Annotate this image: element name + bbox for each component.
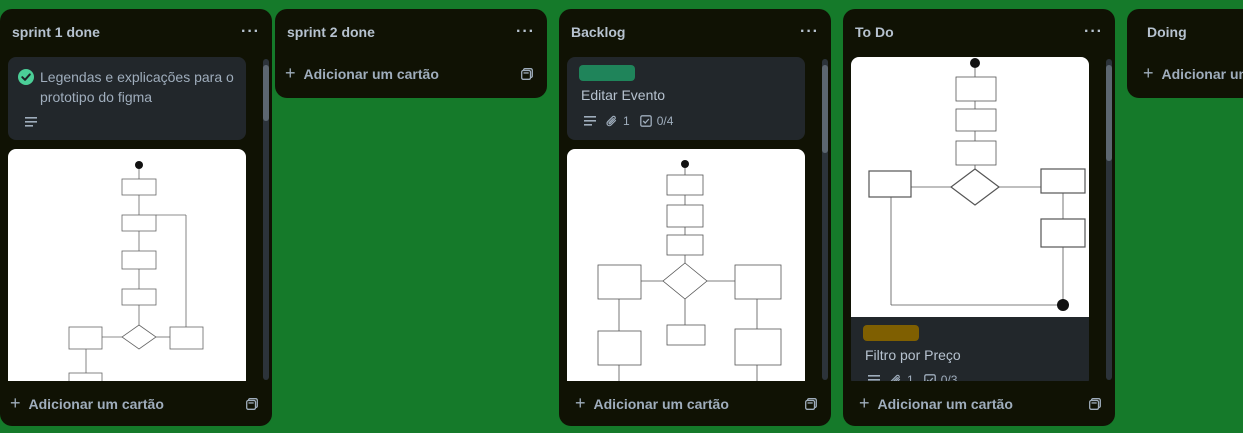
list-header: Backlog ··· [559, 9, 831, 55]
ellipsis-icon[interactable]: ··· [800, 24, 819, 40]
add-card-label: Adicionar um cartão [877, 395, 1013, 412]
description-icon [584, 116, 596, 126]
card-title: Editar Evento [581, 87, 666, 103]
scroll-thumb[interactable] [263, 65, 269, 121]
paperclip-icon [890, 374, 902, 381]
attachments-count: 1 [907, 373, 914, 381]
list-header: sprint 1 done ··· [0, 9, 272, 55]
card[interactable] [8, 149, 246, 381]
card[interactable]: Legendas e explicações para o prototipo … [8, 57, 246, 140]
list-title[interactable]: To Do [855, 24, 894, 40]
scroll-thumb[interactable] [822, 65, 828, 153]
ellipsis-icon[interactable]: ··· [1084, 24, 1103, 40]
list-doing: Doing + Adicionar um cartão [1127, 9, 1243, 98]
list-title[interactable]: Doing [1147, 24, 1187, 40]
checklist-count: 0/4 [656, 114, 674, 128]
description-icon [25, 117, 37, 127]
card-list: Editar Evento 1 0/4 [559, 55, 831, 381]
add-card-button[interactable]: + Adicionar um cartão [10, 393, 164, 414]
card-template-icon[interactable] [246, 397, 258, 410]
plus-icon: + [859, 393, 870, 413]
card-list: Filtro por Preço 1 0/3 [843, 55, 1115, 381]
add-card-button[interactable]: + Adicionar um cartão [285, 63, 439, 84]
list-title[interactable]: Backlog [571, 24, 625, 40]
add-card-label: Adicionar um cartão [28, 395, 164, 412]
list-title[interactable]: sprint 2 done [287, 24, 375, 40]
attachments-badge: 1 [606, 114, 630, 128]
check-circle-icon[interactable] [18, 69, 34, 107]
ellipsis-icon[interactable]: ··· [516, 24, 535, 40]
attachments-count: 1 [623, 114, 630, 128]
card-label[interactable] [863, 325, 919, 341]
scrollbar[interactable] [263, 59, 269, 380]
card-template-icon[interactable] [805, 397, 817, 410]
card[interactable]: Filtro por Preço 1 0/3 [851, 57, 1089, 381]
ellipsis-icon[interactable]: ··· [241, 24, 260, 40]
checklist-badge: 0/4 [639, 114, 674, 128]
add-card-button[interactable]: + Adicionar um cartão [1143, 63, 1243, 84]
list-sprint-1-done: sprint 1 done ··· Legendas e explicações… [0, 9, 272, 426]
add-card-label: Adicionar um cartão [593, 395, 729, 412]
add-card-label: Adicionar um cartão [1161, 65, 1243, 82]
add-card-button[interactable]: + Adicionar um cartão [859, 393, 1013, 414]
card-template-icon[interactable] [1089, 397, 1101, 410]
plus-icon: + [1143, 63, 1154, 83]
scroll-thumb[interactable] [1106, 65, 1112, 161]
list-footer: + Adicionar um cartão [843, 381, 1115, 426]
list-footer: + Adicionar um cartão [0, 381, 272, 426]
list-header: To Do ··· [843, 9, 1115, 55]
add-card-label: Adicionar um cartão [303, 65, 439, 82]
list-footer: + Adicionar um cartão [559, 381, 831, 426]
card-badges: 1 0/4 [584, 114, 673, 128]
card-list: Legendas e explicações para o prototipo … [0, 55, 272, 381]
checklist-count: 0/3 [940, 373, 958, 381]
board: sprint 1 done ··· Legendas e explicações… [0, 0, 1243, 433]
list-to-do: To Do ··· Filtro por Preço 1 0/3 + Adici… [843, 9, 1115, 426]
list-footer: + Adicionar um cartão [275, 51, 547, 96]
list-footer: + Adicionar um cartão [1127, 51, 1243, 96]
card-cover-image [567, 149, 805, 381]
list-header: Doing [1127, 9, 1243, 55]
checklist-badge: 0/3 [923, 373, 958, 381]
scrollbar[interactable] [1106, 59, 1112, 380]
list-title[interactable]: sprint 1 done [12, 24, 100, 40]
card-template-icon[interactable] [521, 67, 533, 80]
plus-icon: + [285, 63, 296, 83]
card-label[interactable] [579, 65, 635, 81]
card-title: Filtro por Preço [865, 347, 961, 363]
card[interactable] [567, 149, 805, 381]
attachments-badge: 1 [890, 373, 914, 381]
card-cover-image [851, 57, 1089, 317]
card-cover-image [8, 149, 246, 381]
card-badges: 1 0/3 [868, 373, 957, 381]
checklist-icon [923, 374, 936, 381]
card-title: Legendas e explicações para o prototipo … [40, 69, 234, 105]
checklist-icon [639, 115, 652, 127]
add-card-button[interactable]: + Adicionar um cartão [575, 393, 729, 414]
plus-icon: + [575, 393, 586, 413]
list-header: sprint 2 done ··· [275, 9, 547, 55]
list-backlog: Backlog ··· Editar Evento 1 0/4 + Adicio… [559, 9, 831, 426]
plus-icon: + [10, 393, 21, 413]
list-sprint-2-done: sprint 2 done ··· + Adicionar um cartão [275, 9, 547, 98]
card[interactable]: Editar Evento 1 0/4 [567, 57, 805, 140]
paperclip-icon [606, 115, 618, 128]
scrollbar[interactable] [822, 59, 828, 380]
